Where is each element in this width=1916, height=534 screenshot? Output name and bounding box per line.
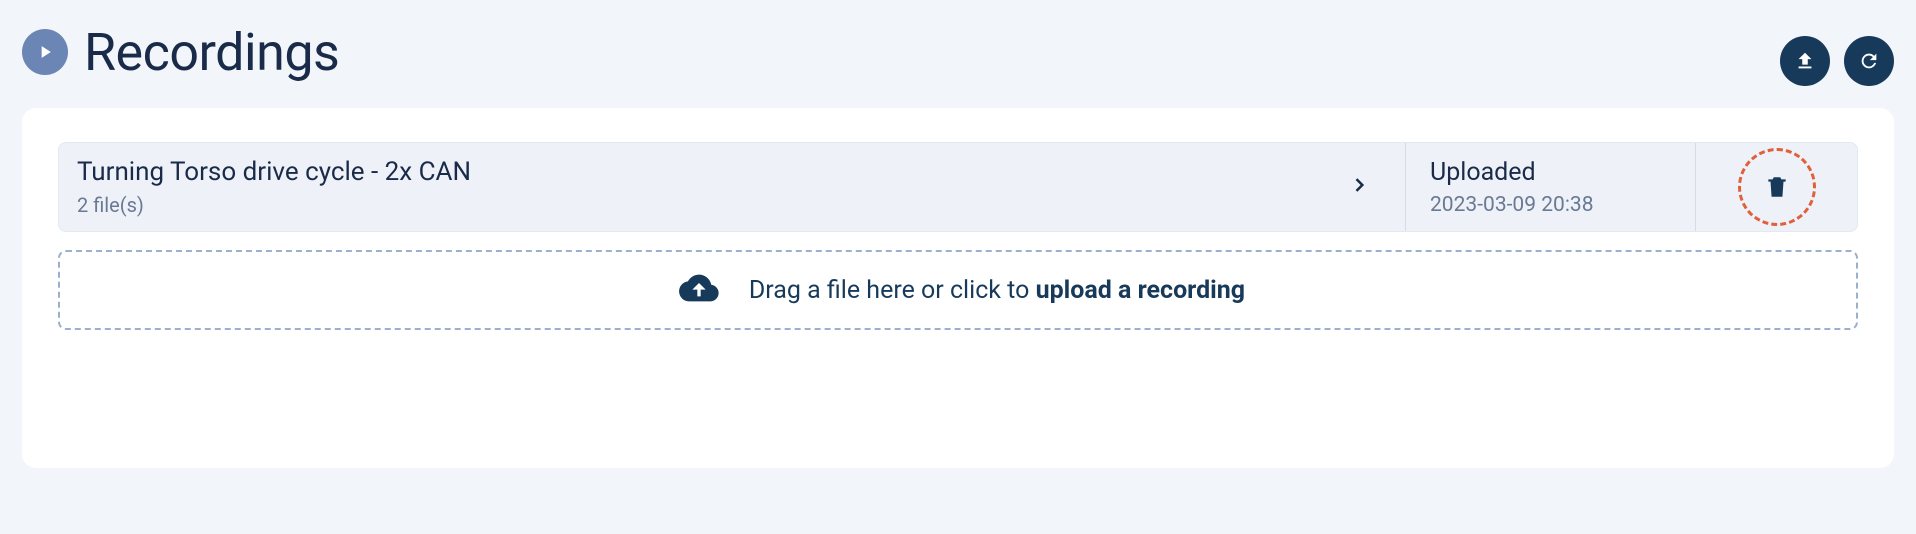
dropzone-text: Drag a file here or click to upload a re… [749, 276, 1245, 305]
recording-row: Turning Torso drive cycle - 2x CAN 2 fil… [58, 142, 1858, 232]
recording-row-expand[interactable]: Turning Torso drive cycle - 2x CAN 2 fil… [59, 143, 1405, 231]
upload-button[interactable] [1780, 36, 1830, 86]
dropzone-prefix: Drag a file here or click to [749, 276, 1036, 305]
page-header: Recordings [22, 18, 1894, 86]
status-time: 2023-03-09 20:38 [1430, 193, 1671, 217]
recording-file-count: 2 file(s) [77, 193, 471, 217]
recording-title: Turning Torso drive cycle - 2x CAN [77, 157, 471, 187]
trash-icon [1764, 173, 1790, 201]
upload-icon [1794, 50, 1816, 72]
chevron-right-icon [1335, 175, 1383, 199]
refresh-button[interactable] [1844, 36, 1894, 86]
cloud-upload-icon [671, 268, 727, 312]
recording-status: Uploaded 2023-03-09 20:38 [1405, 143, 1695, 231]
recording-row-text: Turning Torso drive cycle - 2x CAN 2 fil… [77, 157, 471, 217]
upload-dropzone[interactable]: Drag a file here or click to upload a re… [58, 250, 1858, 330]
header-actions [1780, 36, 1894, 86]
status-label: Uploaded [1430, 158, 1671, 187]
dropzone-action: upload a recording [1036, 276, 1246, 305]
title-wrap: Recordings [22, 22, 339, 83]
refresh-icon [1858, 50, 1880, 72]
play-icon [22, 29, 68, 75]
recordings-card: Turning Torso drive cycle - 2x CAN 2 fil… [22, 108, 1894, 468]
delete-button[interactable] [1738, 148, 1816, 226]
recording-delete-cell [1695, 143, 1857, 231]
page-title: Recordings [84, 22, 339, 83]
